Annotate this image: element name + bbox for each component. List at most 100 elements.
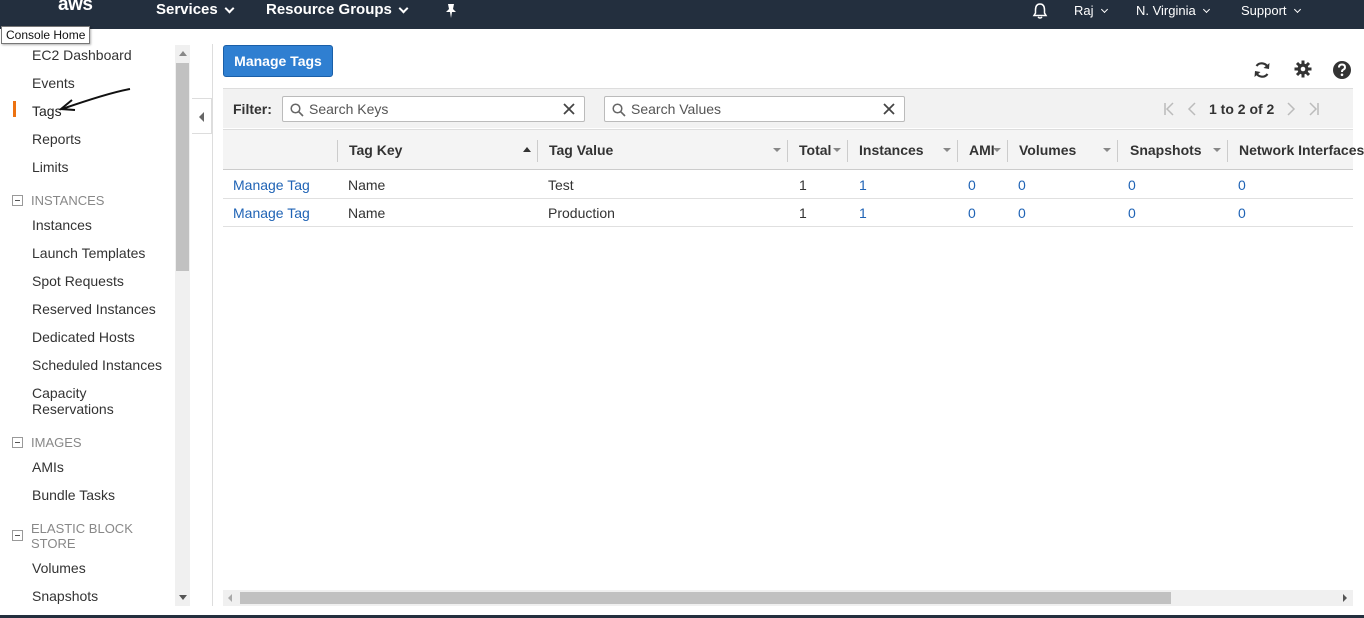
collapse-icon[interactable] — [12, 195, 23, 206]
scroll-right-icon[interactable] — [1343, 594, 1347, 602]
sidebar-scrollbar[interactable] — [175, 45, 190, 606]
table-row: Manage Tag Name Test 1 1 0 0 0 0 — [223, 171, 1353, 199]
services-menu[interactable]: Services — [156, 0, 235, 20]
console-home-tooltip: Console Home — [1, 26, 91, 44]
table-header: Tag Key Tag Value Total Instances AMI Vo… — [223, 129, 1364, 170]
collapse-icon[interactable] — [12, 530, 23, 541]
column-separator — [787, 140, 788, 162]
sort-icon[interactable] — [993, 148, 1001, 152]
help-icon[interactable] — [1332, 60, 1352, 80]
horizontal-scrollbar[interactable] — [223, 590, 1353, 606]
user-menu[interactable]: Raj — [1074, 1, 1108, 21]
scroll-left-icon[interactable] — [228, 594, 232, 602]
search-keys-box[interactable] — [282, 96, 585, 122]
chevron-down-icon — [398, 3, 409, 13]
pin-icon[interactable] — [444, 1, 458, 21]
manage-tags-button[interactable]: Manage Tags — [223, 45, 333, 77]
snapshots-count-link[interactable]: 0 — [1128, 177, 1136, 193]
snapshots-count-link[interactable]: 0 — [1128, 205, 1136, 221]
filter-bar: Filter: 1 to 2 of 2 — [223, 88, 1353, 128]
sidebar-item-spot-requests[interactable]: Spot Requests — [32, 273, 124, 289]
refresh-icon[interactable] — [1252, 60, 1272, 80]
sort-icon[interactable] — [833, 148, 841, 152]
sort-ascending-icon[interactable] — [523, 147, 531, 152]
column-header-instances[interactable]: Instances — [859, 142, 924, 158]
section-title: ELASTIC BLOCK STORE — [31, 521, 133, 551]
chevron-down-icon — [1100, 5, 1108, 13]
sidebar-item-amis[interactable]: AMIs — [32, 459, 64, 475]
aws-logo[interactable]: aws — [58, 0, 104, 24]
volumes-count-link[interactable]: 0 — [1018, 177, 1026, 193]
support-label: Support — [1241, 3, 1287, 18]
sort-icon[interactable] — [1213, 148, 1221, 152]
resource-groups-menu[interactable]: Resource Groups — [266, 0, 409, 20]
column-separator — [337, 140, 338, 162]
scroll-down-icon[interactable] — [179, 595, 187, 600]
column-header-network-interfaces[interactable]: Network Interfaces — [1239, 142, 1364, 158]
search-values-input[interactable] — [631, 100, 871, 118]
column-header-snapshots[interactable]: Snapshots — [1130, 142, 1202, 158]
collapse-icon[interactable] — [12, 437, 23, 448]
sidebar-item-dedicated-hosts[interactable]: Dedicated Hosts — [32, 329, 135, 345]
column-header-tag-key[interactable]: Tag Key — [349, 142, 402, 158]
sort-icon[interactable] — [943, 148, 951, 152]
support-menu[interactable]: Support — [1241, 1, 1301, 21]
column-header-total[interactable]: Total — [799, 142, 831, 158]
column-separator — [537, 140, 538, 162]
sidebar-item-launch-templates[interactable]: Launch Templates — [32, 245, 145, 261]
region-menu[interactable]: N. Virginia — [1136, 1, 1210, 21]
manage-tag-link[interactable]: Manage Tag — [233, 205, 310, 221]
tag-key-cell: Name — [348, 205, 386, 221]
sidebar-item-reports[interactable]: Reports — [32, 131, 81, 147]
gear-icon[interactable] — [1293, 59, 1313, 79]
search-icon — [612, 103, 626, 117]
tag-value-cell: Production — [548, 205, 615, 221]
volumes-count-link[interactable]: 0 — [1018, 205, 1026, 221]
sidebar-item-bundle-tasks[interactable]: Bundle Tasks — [32, 487, 115, 503]
first-page-icon[interactable] — [1163, 102, 1175, 116]
sidebar-item-snapshots[interactable]: Snapshots — [32, 588, 98, 604]
clear-icon[interactable] — [562, 102, 576, 116]
sidebar-item-scheduled-instances[interactable]: Scheduled Instances — [32, 357, 162, 373]
sidebar-item-reserved-instances[interactable]: Reserved Instances — [32, 301, 156, 317]
last-page-icon[interactable] — [1308, 102, 1320, 116]
scroll-up-icon[interactable] — [179, 51, 187, 56]
sidebar-item-volumes[interactable]: Volumes — [32, 560, 86, 576]
column-header-ami[interactable]: AMI — [969, 142, 995, 158]
resource-groups-label: Resource Groups — [266, 1, 392, 18]
sidebar-item-limits[interactable]: Limits — [32, 159, 69, 175]
section-title: INSTANCES — [31, 193, 105, 208]
search-keys-input[interactable] — [309, 100, 549, 118]
search-values-box[interactable] — [604, 96, 905, 122]
column-header-volumes[interactable]: Volumes — [1019, 142, 1076, 158]
chevron-down-icon — [224, 3, 235, 13]
sidebar-item-ec2-dashboard[interactable]: EC2 Dashboard — [32, 47, 132, 63]
collapse-sidebar-button[interactable] — [192, 98, 212, 134]
scrollbar-thumb[interactable] — [176, 63, 189, 271]
ami-count-link[interactable]: 0 — [968, 177, 976, 193]
instances-count-link[interactable]: 1 — [859, 177, 867, 193]
bell-icon[interactable] — [1031, 1, 1049, 21]
sort-icon[interactable] — [1103, 148, 1111, 152]
instances-count-link[interactable]: 1 — [859, 205, 867, 221]
total-cell: 1 — [799, 205, 807, 221]
next-page-icon[interactable] — [1286, 102, 1296, 116]
section-images[interactable]: IMAGES — [12, 435, 151, 450]
clear-icon[interactable] — [882, 102, 896, 116]
previous-page-icon[interactable] — [1187, 102, 1197, 116]
section-title: IMAGES — [31, 435, 82, 450]
column-separator — [1227, 140, 1228, 162]
network-interfaces-count-link[interactable]: 0 — [1238, 205, 1246, 221]
tag-key-cell: Name — [348, 177, 386, 193]
ami-count-link[interactable]: 0 — [968, 205, 976, 221]
sidebar-item-capacity-reservations[interactable]: Capacity Reservations — [32, 385, 132, 417]
section-elastic-block-store[interactable]: ELASTIC BLOCK STORE — [12, 521, 151, 551]
manage-tag-link[interactable]: Manage Tag — [233, 177, 310, 193]
network-interfaces-count-link[interactable]: 0 — [1238, 177, 1246, 193]
sidebar-item-instances[interactable]: Instances — [32, 217, 92, 233]
section-instances[interactable]: INSTANCES — [12, 193, 151, 208]
sort-icon[interactable] — [773, 148, 781, 152]
scrollbar-thumb[interactable] — [240, 592, 1171, 604]
page-range: 1 to 2 of 2 — [1209, 101, 1275, 117]
column-header-tag-value[interactable]: Tag Value — [549, 142, 613, 158]
